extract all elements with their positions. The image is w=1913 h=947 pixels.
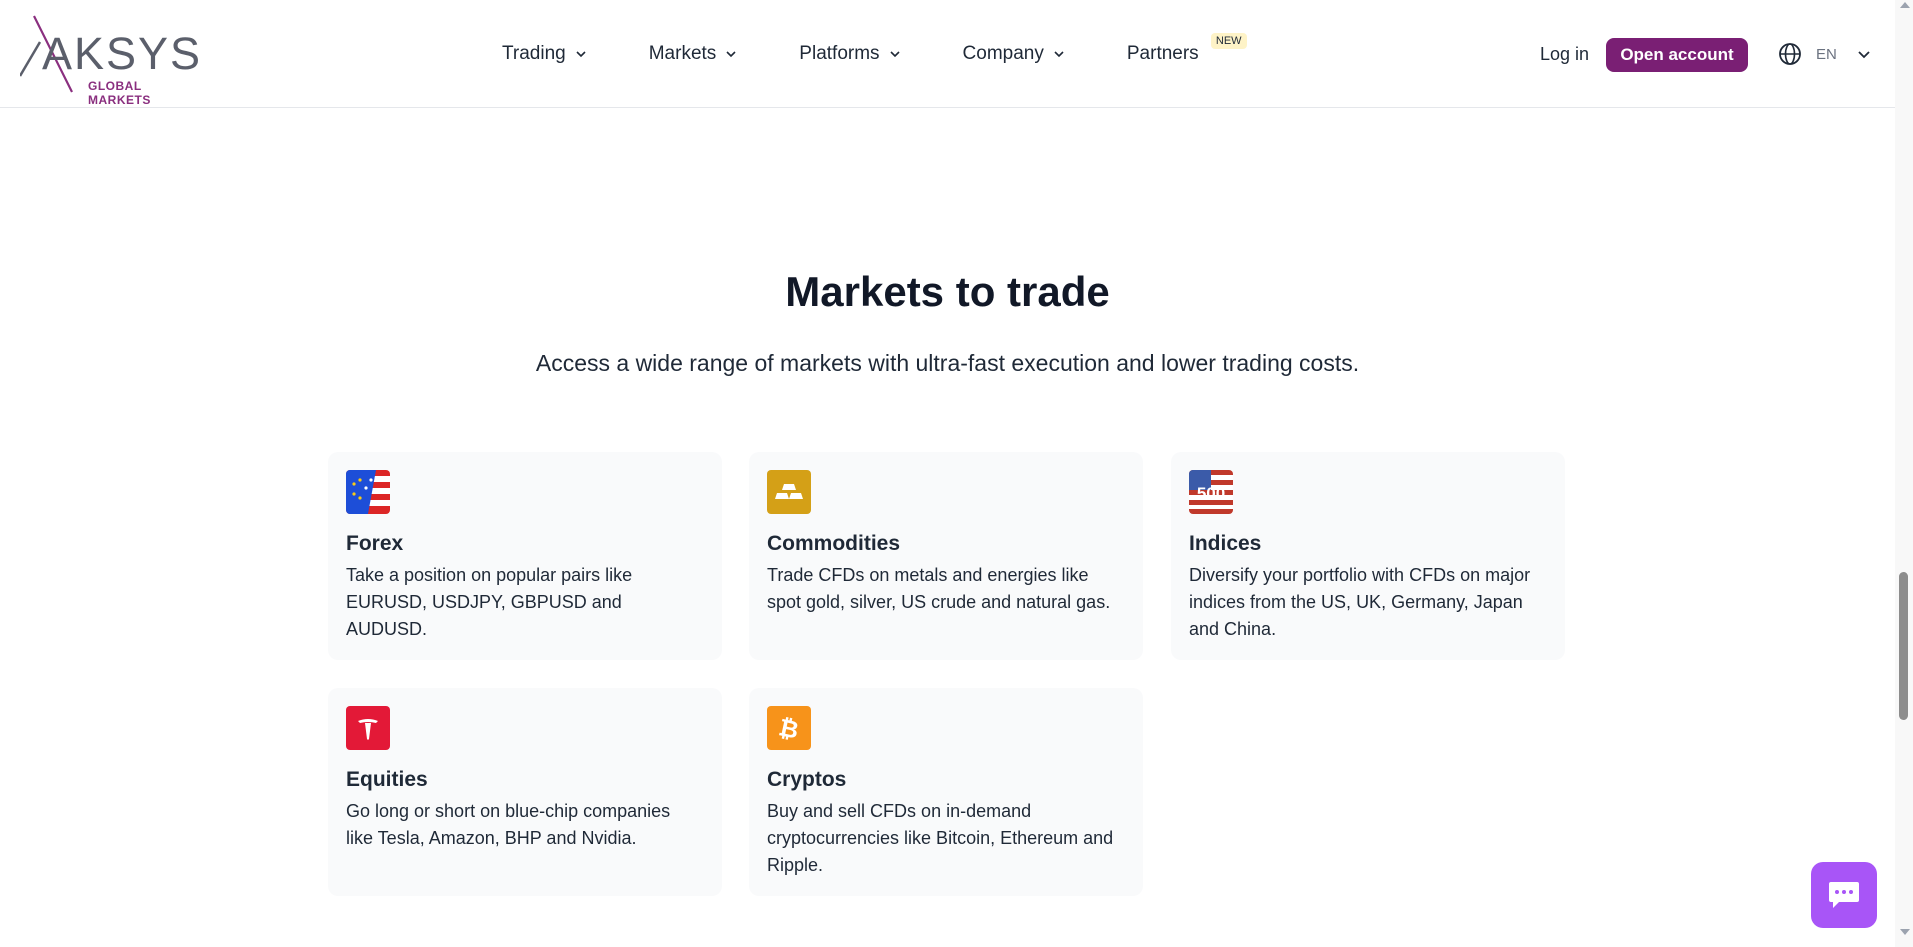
market-card-title: Commodities [767,532,901,555]
language-selector[interactable]: EN [1778,42,1871,66]
nav-platforms-label: Platforms [799,43,880,64]
market-card-description: Diversify your portfolio with CFDs on ma… [1189,565,1531,639]
nav-company[interactable]: Company [963,43,1065,65]
nav-partners-label: Partners [1126,43,1199,64]
market-card-description: Take a position on popular pairs like EU… [346,565,633,639]
market-card-cryptos[interactable]: ₿ Cryptos Buy and sell CFDs on in-demand… [749,688,1143,896]
nav-company-label: Company [962,43,1044,64]
market-card-title: Forex [346,532,404,555]
sp500-icon-text: 500 [1197,484,1225,503]
chevron-down-icon [576,51,586,58]
scrollbar-thumb[interactable] [1899,572,1908,720]
chevron-down-icon [889,51,900,58]
main-nav: Trading Markets Platforms Company Partne… [502,33,1261,68]
logo-subtitle: GLOBAL MARKETS [88,79,151,107]
scroll-up-arrow-icon[interactable] [1900,2,1910,8]
market-card-forex[interactable]: Forex Take a position on popular pairs l… [328,452,722,660]
market-card-commodities[interactable]: Commodities Trade CFDs on metals and ene… [749,452,1143,660]
bitcoin-icon: ₿ [767,706,811,750]
chevron-down-icon [726,51,736,58]
language-code: EN [1816,45,1837,63]
brand-logo[interactable]: AKSYS GLOBAL MARKETS [20,12,205,107]
sp500-icon: 500 [1189,470,1233,514]
section-subtitle: Access a wide range of markets with ultr… [535,350,1360,376]
nav-trading[interactable]: Trading [502,43,587,65]
globe-icon [1779,43,1801,65]
logo-wordmark: AKSYS [42,28,203,79]
market-card-description: Buy and sell CFDs on in-demand cryptocur… [767,801,1114,875]
market-card-title: Indices [1189,532,1262,555]
nav-markets[interactable]: Markets [649,43,738,65]
tesla-icon [346,706,390,750]
scrollbar[interactable] [1895,0,1913,947]
open-account-button[interactable]: Open account [1606,38,1748,72]
nav-trading-label: Trading [502,43,566,64]
forex-flag-icon [346,470,390,514]
scroll-down-arrow-icon[interactable] [1900,929,1910,935]
new-badge: NEW [1210,33,1247,49]
market-card-title: Cryptos [767,768,847,791]
market-card-description: Go long or short on blue-chip companies … [346,801,671,848]
market-card-equities[interactable]: Equities Go long or short on blue-chip c… [328,688,722,896]
chat-widget-button[interactable] [1811,862,1877,928]
chat-bubble-icon [1829,882,1859,908]
market-card-description: Trade CFDs on metals and energies like s… [767,565,1111,612]
gold-bars-icon [767,470,811,514]
nav-partners[interactable]: Partners NEW [1126,33,1247,65]
site-header: AKSYS GLOBAL MARKETS Trading Markets Pla… [0,0,1895,108]
login-link[interactable]: Log in [1540,44,1589,65]
market-card-title: Equities [346,768,428,791]
nav-markets-label: Markets [648,43,717,64]
section-title: Markets to trade [785,268,1110,315]
nav-platforms[interactable]: Platforms [799,43,900,65]
market-card-indices[interactable]: 500 Indices Diversify your portfolio wit… [1171,452,1565,660]
chevron-down-icon [1858,51,1870,59]
chevron-down-icon [1054,51,1064,58]
